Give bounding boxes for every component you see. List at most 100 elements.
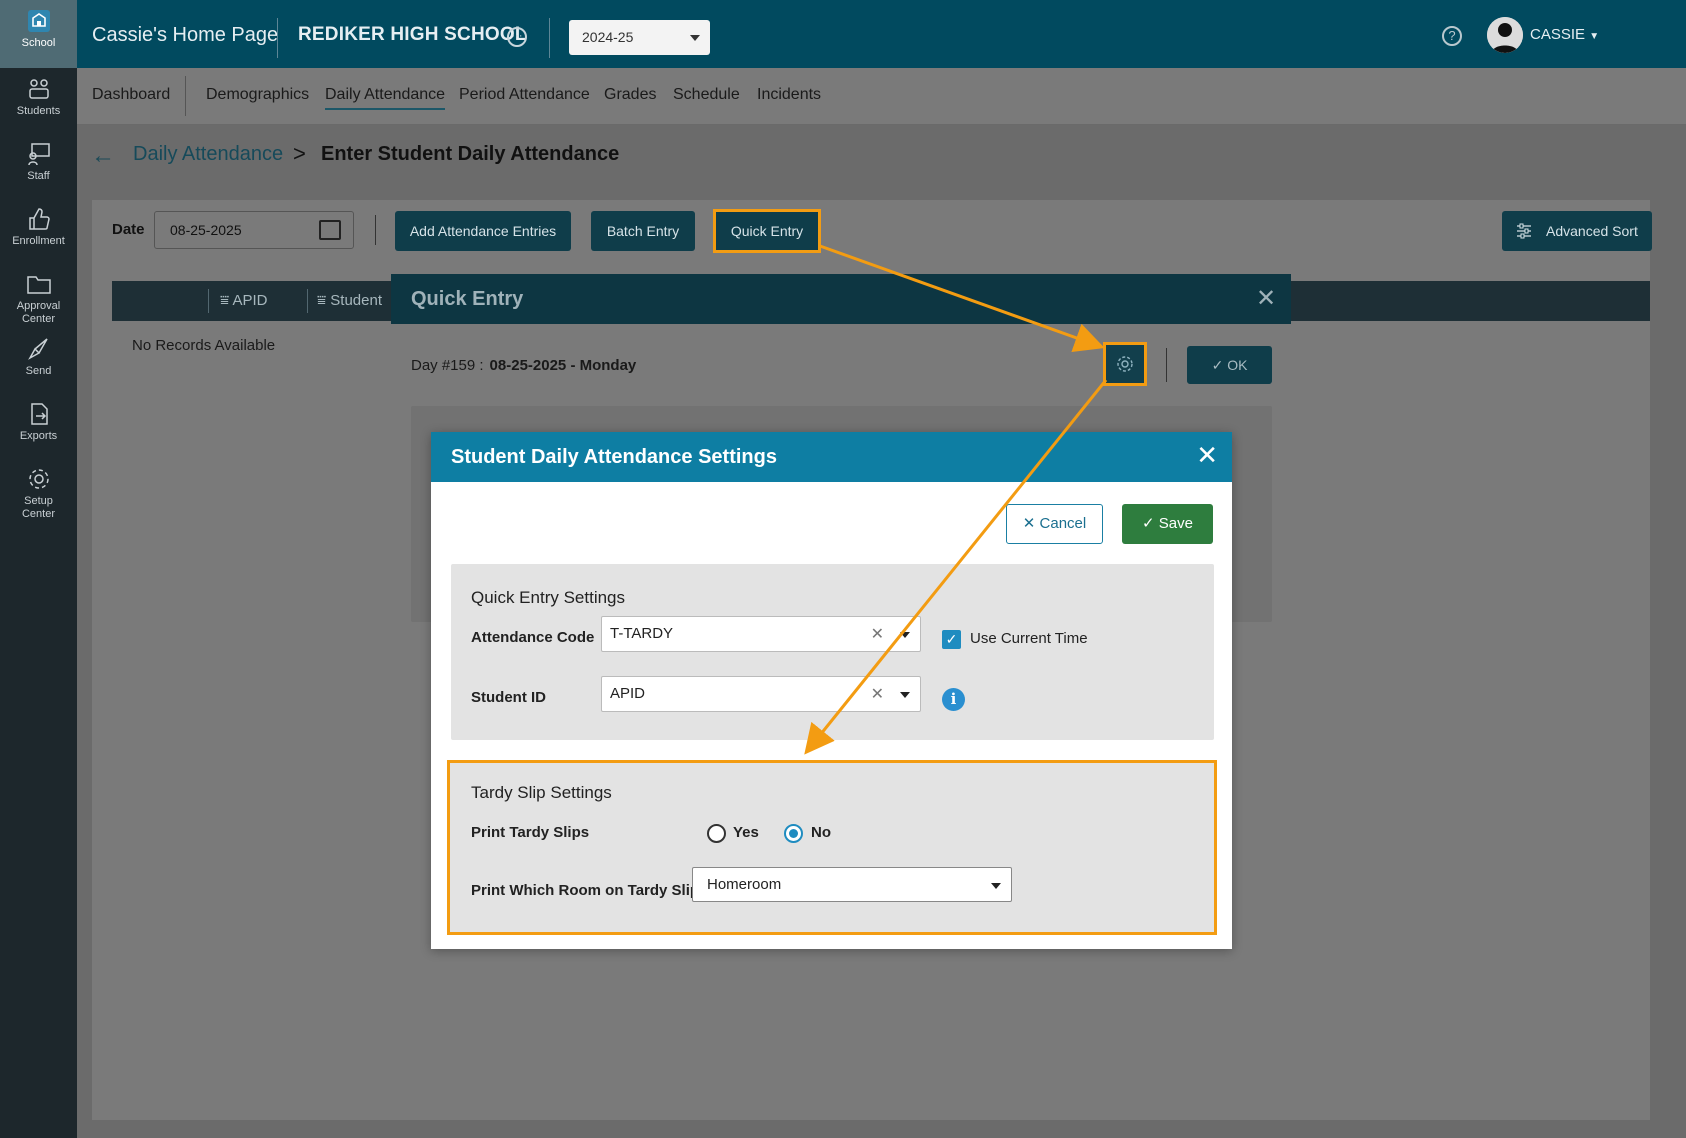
user-silhouette-icon [1487, 17, 1523, 53]
sidebar-item-staff[interactable]: Staff [0, 133, 77, 198]
student-id-label: Student ID [471, 689, 546, 706]
tab-daily-attendance[interactable]: Daily Attendance [325, 86, 446, 110]
school-year-select[interactable]: 2024-25 [569, 20, 710, 55]
settings-button[interactable] [1103, 342, 1147, 386]
attendance-code-value: T-TARDY [610, 625, 674, 642]
caret-down-icon: ▼ [1589, 31, 1600, 42]
divider [375, 215, 376, 245]
more-options-icon[interactable]: ··· [507, 27, 527, 47]
use-current-time-checkbox[interactable]: ✓ [942, 630, 961, 649]
sidebar-item-setup-center[interactable]: Setup Center [0, 458, 77, 523]
print-no-radio[interactable] [784, 824, 803, 843]
sidebar-item-students[interactable]: Students [0, 68, 77, 133]
help-icon[interactable]: ? [1442, 26, 1462, 46]
sliders-icon [1517, 223, 1531, 239]
chevron-down-icon [991, 883, 1001, 889]
add-attendance-entries-button[interactable]: Add Attendance Entries [395, 211, 571, 251]
ok-label: OK [1227, 357, 1248, 373]
tardy-slip-settings-panel: Tardy Slip Settings Print Tardy Slips Ye… [447, 760, 1217, 935]
back-arrow-icon[interactable]: ← [91, 142, 115, 170]
user-menu[interactable]: CASSIE ▼ [1530, 26, 1599, 43]
close-icon[interactable]: ✕ [1256, 284, 1276, 313]
staff-icon [27, 143, 50, 166]
check-icon: ✓ [1211, 357, 1228, 373]
quick-entry-highlight [713, 209, 821, 253]
save-label: Save [1158, 515, 1193, 532]
user-name: CASSIE [1530, 26, 1586, 43]
tab-incidents[interactable]: Incidents [757, 86, 821, 104]
school-icon [27, 10, 50, 32]
export-icon [30, 403, 48, 425]
info-icon[interactable]: i [942, 688, 965, 711]
sidebar-item-send[interactable]: Send [0, 328, 77, 393]
folder-icon [26, 276, 51, 294]
sidebar-item-label: Approval Center [16, 300, 61, 325]
yes-label: Yes [733, 824, 759, 841]
settings-modal-header: Student Daily Attendance Settings ✕ [431, 432, 1232, 482]
sidebar-item-label: School [21, 37, 56, 49]
page-title: Enter Student Daily Attendance [321, 143, 620, 165]
divider [307, 289, 308, 313]
sidebar-item-label: Setup Center [21, 495, 56, 520]
divider [208, 289, 209, 313]
ok-button[interactable]: ✓ OK [1187, 346, 1272, 384]
student-id-select[interactable]: APID ✕ [601, 676, 921, 712]
day-info: Day #159 : 08-25-2025 - Monday [411, 357, 636, 374]
column-header-apid[interactable]: ⩸ APID [220, 292, 267, 309]
attendance-code-select[interactable]: T-TARDY ✕ [601, 616, 921, 652]
column-header-label: APID [232, 292, 268, 309]
school-name[interactable]: REDIKER HIGH SCHOOL [298, 24, 527, 46]
tab-schedule[interactable]: Schedule [673, 86, 740, 104]
print-room-value: Homeroom [707, 876, 782, 893]
no-label: No [811, 824, 831, 841]
print-room-select[interactable]: Homeroom [692, 867, 1012, 902]
avatar[interactable] [1487, 17, 1523, 53]
print-tardy-slips-label: Print Tardy Slips [471, 824, 590, 841]
send-icon [27, 338, 48, 360]
day-label: Day #159 : [411, 357, 484, 374]
batch-entry-button[interactable]: Batch Entry [591, 211, 695, 251]
chevron-down-icon [900, 632, 910, 638]
date-label: Date [112, 221, 145, 238]
quick-entry-header [391, 274, 1291, 324]
sidebar-item-label: Students [16, 105, 61, 117]
filter-icon: ⩸ [220, 292, 233, 309]
section-title: Quick Entry Settings [471, 588, 626, 607]
cancel-button[interactable]: ✕ Cancel [1006, 504, 1103, 544]
column-header-label: Student [330, 292, 383, 309]
nav-bar: Dashboard Demographics Daily Attendance … [77, 68, 1686, 125]
calendar-icon[interactable] [319, 220, 341, 240]
date-field[interactable]: 08-25-2025 [154, 211, 354, 249]
breadcrumb-parent[interactable]: Daily Attendance [133, 143, 283, 166]
tab-dashboard[interactable]: Dashboard [92, 86, 170, 104]
thumbs-up-icon [28, 208, 50, 230]
sidebar-item-enrollment[interactable]: Enrollment [0, 198, 77, 263]
sidebar-item-approval-center[interactable]: Approval Center [0, 263, 77, 328]
chevron-right-icon: > [293, 141, 306, 166]
sidebar-item-school[interactable]: School [0, 0, 77, 68]
print-yes-radio[interactable] [707, 824, 726, 843]
close-icon[interactable]: ✕ [1196, 442, 1218, 468]
empty-message: No Records Available [132, 337, 276, 354]
tab-grades[interactable]: Grades [604, 86, 656, 104]
divider [549, 18, 550, 58]
column-header-student[interactable]: ⩸ Student [317, 292, 382, 309]
sidebar: School Students Staff Enrollment Approva… [0, 0, 77, 1138]
day-value: 08-25-2025 - Monday [489, 357, 637, 374]
chevron-down-icon [690, 35, 700, 41]
tab-period-attendance[interactable]: Period Attendance [459, 86, 590, 104]
home-page-link[interactable]: Cassie's Home Page [92, 24, 278, 47]
date-value: 08-25-2025 [170, 222, 242, 238]
save-button[interactable]: ✓ Save [1122, 504, 1213, 544]
sidebar-item-label: Exports [19, 430, 58, 442]
clear-icon[interactable]: ✕ [871, 624, 884, 644]
check-icon: ✓ [1142, 515, 1159, 532]
sidebar-item-label: Enrollment [12, 235, 65, 247]
gear-icon [28, 469, 49, 489]
advanced-sort-button[interactable]: Advanced Sort [1502, 211, 1652, 251]
tab-demographics[interactable]: Demographics [206, 86, 309, 104]
quick-entry-title: Quick Entry [411, 288, 524, 310]
settings-modal-title: Student Daily Attendance Settings [451, 446, 777, 468]
clear-icon[interactable]: ✕ [871, 684, 884, 704]
sidebar-item-exports[interactable]: Exports [0, 393, 77, 458]
